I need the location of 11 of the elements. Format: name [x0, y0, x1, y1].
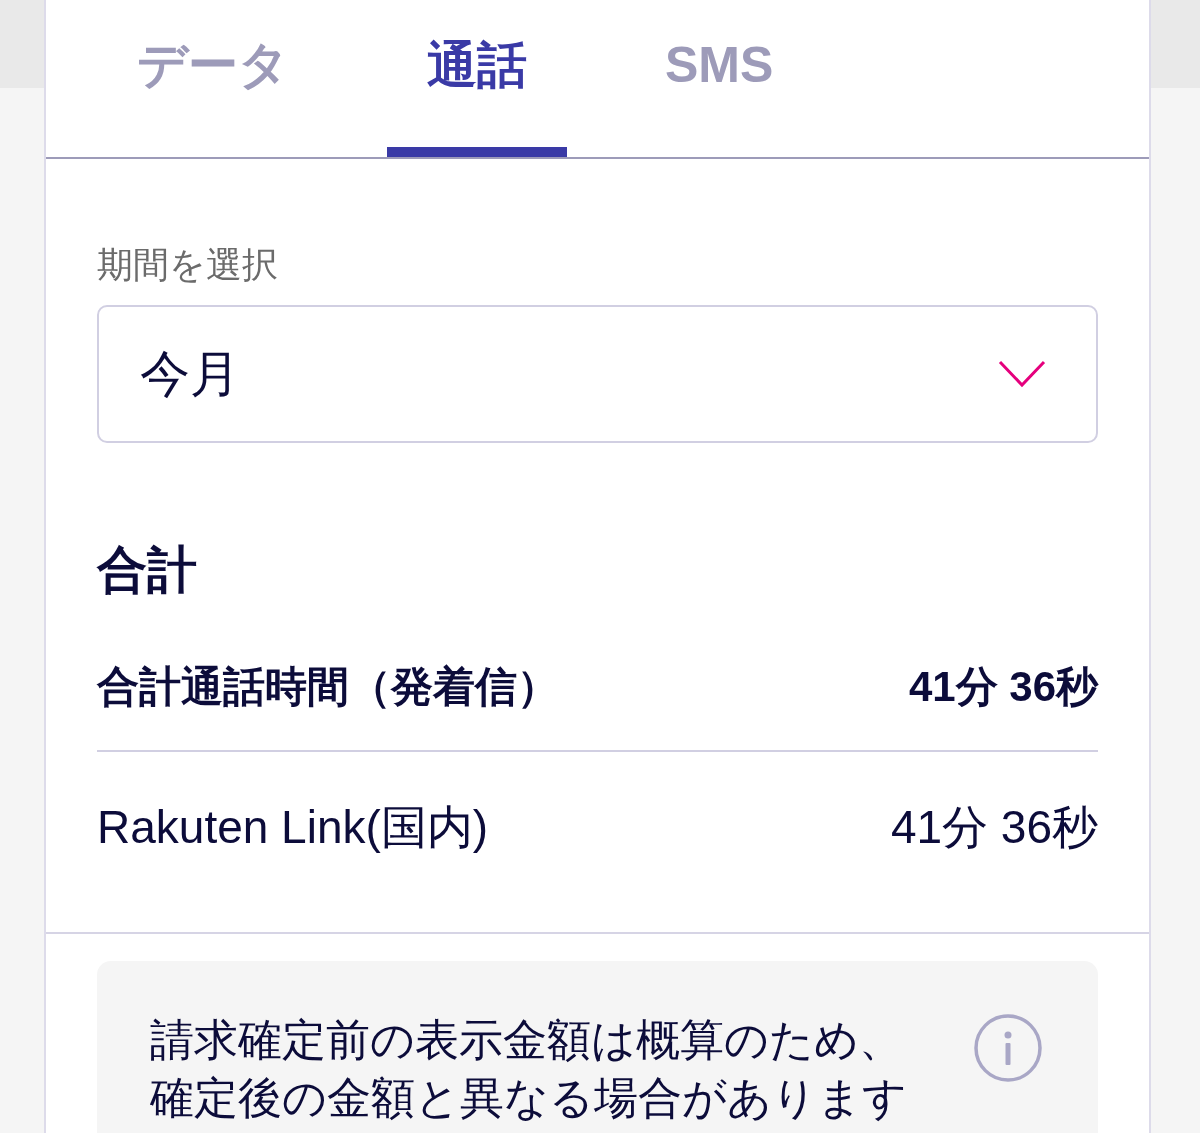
period-select[interactable]: 今月: [97, 305, 1098, 443]
row-label: 合計通話時間（発着信）: [97, 662, 559, 712]
row-label: Rakuten Link(国内): [97, 800, 489, 855]
section-heading: 合計: [97, 541, 197, 600]
field-label: 期間を選択: [97, 243, 278, 287]
info-icon[interactable]: [974, 1014, 1042, 1082]
tab[interactable]: 通話: [387, 0, 567, 157]
chevron-down-icon: [998, 360, 1046, 388]
row-value: 41分 36秒: [890, 800, 1098, 855]
notice-text: 請求確定前の表示金額は概算のため、 確定後の金額と異なる場合があります: [150, 1014, 907, 1124]
row-value: 41分 36秒: [908, 662, 1098, 712]
